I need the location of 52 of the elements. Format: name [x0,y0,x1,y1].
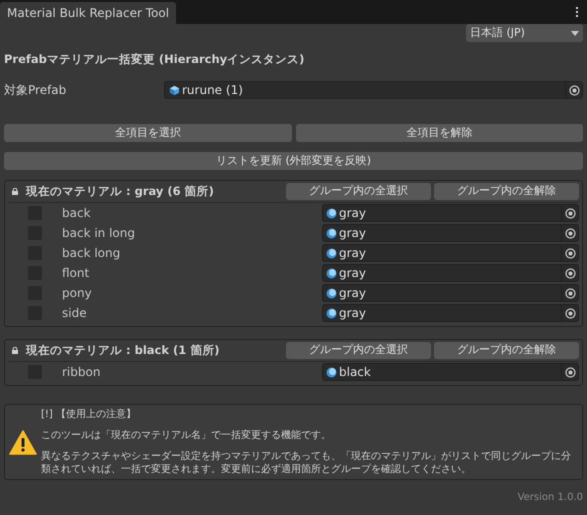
row-label: back long [62,245,122,262]
caret-icon [571,30,579,36]
select-button[interactable]: 全項目を解除 [296,124,583,142]
material-field[interactable]: gray [322,264,579,282]
row-label: back in long [62,225,136,242]
object-field[interactable]: rurune (1) [164,81,583,99]
material-field[interactable]: black [322,363,579,381]
field-label: 対象Prefab [4,82,68,99]
group-deselect-button[interactable]: グループ内の全解除 [434,183,579,200]
group-title: 現在のマテリアル : gray (6 箇所) [26,182,215,200]
material-sphere-icon [326,208,337,218]
language-dropdown[interactable]: 日本語 (JP) [466,24,583,42]
object-picker-icon[interactable] [564,248,576,258]
group-deselect-button[interactable]: グループ内の全解除 [434,342,579,359]
note-text: 異なるテクスチャやシェーダー設定を持つマテリアルであっても、「現在のマテリアル」がリストで同じグループに分類されていれば、一括で変更されます。変更前に必ず適用箇所とグループを確認してください。 [41,450,572,476]
object-picker-icon[interactable] [564,308,576,318]
group-title: 現在のマテリアル : black (1 箇所) [26,342,221,359]
object-picker-icon[interactable] [568,84,580,96]
object-picker-icon[interactable] [564,366,576,378]
section-heading: Prefabマテリアル一括変更 (Hierarchyインスタンス) [4,51,306,67]
row-label: back [62,205,92,222]
lock-icon [12,347,18,354]
object-picker-icon[interactable] [564,208,576,218]
group-select-button[interactable]: グループ内の全選択 [286,183,431,200]
material-sphere-icon [326,248,337,258]
version-label: Version 1.0.0 [518,491,583,505]
note-title: [!] 【使用上の注意】 [41,408,137,421]
refresh-button[interactable]: リストを更新 (外部変更を反映) [4,152,583,170]
material-sphere-icon [326,288,337,298]
material-sphere-icon [326,308,337,318]
material-sphere-icon [326,228,337,238]
object-picker-icon[interactable] [564,268,576,278]
window-tab[interactable]: Material Bulk Replacer Tool [0,2,176,24]
material-field[interactable]: gray [322,284,579,302]
material-sphere-icon [326,366,337,378]
material-field[interactable]: gray [322,224,579,242]
material-field[interactable]: gray [322,244,579,262]
group-select-button[interactable]: グループ内の全選択 [286,342,431,359]
row-label: ribbon [62,364,102,381]
material-field[interactable]: gray [322,204,579,222]
cube-icon [169,84,180,96]
row-label: pony [62,285,93,302]
object-picker-icon[interactable] [564,288,576,298]
row-label: side [62,305,88,322]
lock-icon [12,188,18,195]
row-label: flont [62,265,90,282]
material-sphere-icon [326,268,337,278]
warning-icon [9,430,37,454]
material-field[interactable]: gray [322,304,579,322]
note-text: このツールは「現在のマテリアル名」で一括変更する機能です。 [41,429,332,442]
select-button[interactable]: 全項目を選択 [4,124,292,142]
object-picker-icon[interactable] [564,228,576,238]
